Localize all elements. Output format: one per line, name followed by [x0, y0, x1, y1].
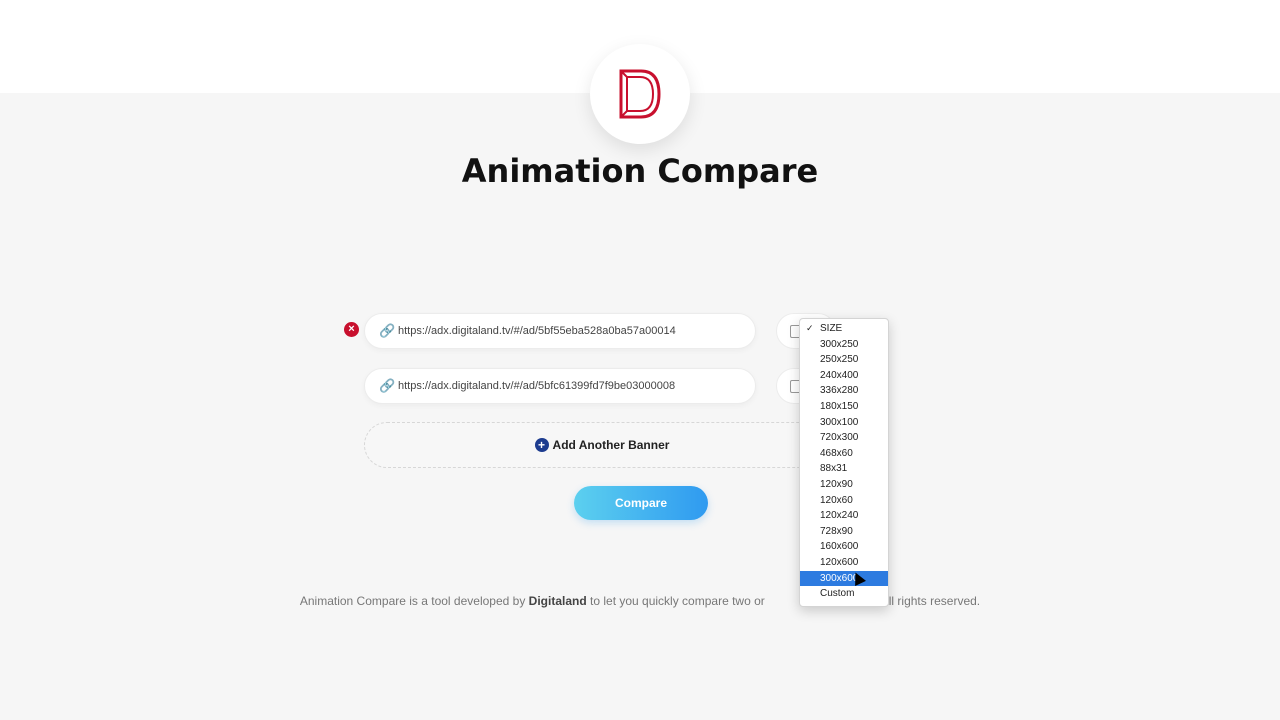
add-another-banner-button[interactable]: + Add Another Banner	[364, 422, 840, 468]
remove-banner-button[interactable]: ×	[344, 322, 359, 337]
size-option[interactable]: 300x100	[800, 415, 888, 431]
size-option-label: 300x100	[820, 416, 859, 428]
size-option-label: 250x250	[820, 354, 859, 366]
size-option-label: 468x60	[820, 447, 853, 459]
size-option[interactable]: 300x600	[800, 570, 888, 587]
size-option[interactable]: 88x31	[800, 461, 888, 477]
size-option[interactable]: ✓ SIZE	[800, 321, 888, 337]
size-option-label: 728x90	[820, 525, 853, 537]
size-dropdown-menu[interactable]: ✓ SIZE 300x250 250x250 240x400 336x280 180x150…	[799, 318, 889, 607]
size-option[interactable]: 300x250	[800, 337, 888, 353]
footer-brand: Digitaland	[528, 594, 587, 608]
size-option-label: 300x250	[820, 338, 859, 350]
footer-text: Animation Compare is a tool developed by…	[0, 594, 1280, 608]
add-banner-label: Add Another Banner	[552, 438, 670, 452]
footer-rights: . All rights reserved.	[874, 594, 981, 608]
logo-d-icon	[619, 69, 661, 119]
size-option-label: 160x600	[820, 541, 859, 553]
size-option-label: SIZE	[820, 323, 843, 334]
size-option[interactable]: 180x150	[800, 399, 888, 415]
size-option[interactable]: 728x90	[800, 524, 888, 540]
plus-icon: +	[534, 438, 549, 452]
size-option[interactable]: 160x600	[800, 539, 888, 555]
size-option-label: 120x60	[820, 494, 853, 506]
banner-url-text: https://adx.digitaland.tv/#/ad/5bfc61399…	[398, 380, 676, 392]
size-option[interactable]: 250x250	[800, 352, 888, 368]
size-option[interactable]: 720x300	[800, 430, 888, 446]
size-option-label: 120x240	[820, 510, 859, 522]
size-option-label: 120x600	[820, 556, 859, 568]
banner-url-field-1[interactable]: 🔗 https://adx.digitaland.tv/#/ad/5bf55eb…	[364, 313, 756, 349]
size-option-label: Custom	[820, 588, 855, 600]
size-option-label: 180x150	[820, 400, 859, 412]
size-option[interactable]: 120x60	[800, 493, 888, 509]
link-icon: 🔗	[379, 378, 396, 393]
size-option-label: 120x90	[820, 478, 853, 490]
size-option[interactable]: 120x240	[800, 508, 888, 524]
size-option-label: 88x31	[820, 463, 848, 475]
checkmark-icon: ✓	[806, 323, 814, 333]
compare-button[interactable]: Compare	[574, 486, 708, 520]
size-option[interactable]: 240x400	[800, 368, 888, 384]
size-option-label: 336x280	[820, 385, 859, 397]
link-icon: 🔗	[379, 323, 396, 338]
size-option[interactable]: 468x60	[800, 446, 888, 462]
size-option-label: 240x400	[820, 369, 859, 381]
size-option[interactable]: 120x600	[800, 555, 888, 571]
page-title: Animation Compare	[461, 152, 819, 190]
banner-url-text: https://adx.digitaland.tv/#/ad/5bf55eba5…	[398, 325, 676, 337]
size-option[interactable]: Custom	[800, 586, 888, 602]
footer-text-before: Animation Compare is a tool developed by	[299, 594, 529, 608]
digitaland-logo	[590, 44, 690, 144]
size-option[interactable]: 120x90	[800, 477, 888, 493]
footer-text-after: to let you quickly compare two or	[586, 594, 765, 608]
size-option[interactable]: 336x280	[800, 383, 888, 399]
size-option-label: 720x300	[820, 432, 859, 444]
banner-url-field-2[interactable]: 🔗 https://adx.digitaland.tv/#/ad/5bfc613…	[364, 368, 756, 404]
